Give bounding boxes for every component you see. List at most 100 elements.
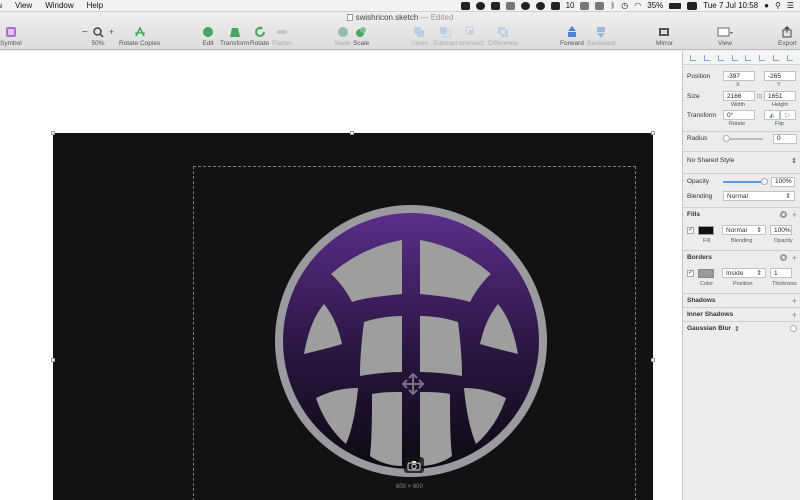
status-pin-icon[interactable] xyxy=(535,1,545,10)
resize-handle[interactable] xyxy=(651,131,655,135)
transform-button[interactable]: Transform xyxy=(220,26,249,47)
align-right-icon[interactable] xyxy=(717,54,724,61)
gaussian-blur-header[interactable]: Gaussian Blur ⇕ xyxy=(683,321,800,335)
fill-color-swatch[interactable] xyxy=(698,225,714,235)
add-shadow-icon[interactable]: + xyxy=(792,296,797,306)
radius-slider[interactable] xyxy=(723,134,763,142)
flatten-button[interactable]: Flatten xyxy=(272,26,292,47)
fill-enabled-checkbox[interactable]: ✓ xyxy=(687,226,694,234)
clock-text[interactable]: Tue 7 Jul 10:58 xyxy=(703,1,758,10)
wifi-icon[interactable]: ◠ xyxy=(634,1,641,10)
border-position-select[interactable]: Inside ⇕ xyxy=(722,268,766,278)
menu-help[interactable]: Help xyxy=(87,1,103,10)
fill-blend-select[interactable]: Normal ⇕ xyxy=(722,225,766,235)
menu-view[interactable]: View xyxy=(15,1,32,10)
radius-field[interactable]: 0 xyxy=(773,133,797,144)
status-calendar-icon[interactable] xyxy=(490,1,500,10)
window-title: swishricon.sketch — Edited xyxy=(0,13,800,22)
flatten-label: Flatten xyxy=(272,40,292,47)
edit-icon xyxy=(203,27,213,37)
align-middle-icon[interactable] xyxy=(745,54,752,61)
position-y-field[interactable]: -265 xyxy=(764,71,796,81)
distribute-h-icon[interactable] xyxy=(773,54,780,61)
blur-toggle[interactable] xyxy=(790,325,797,332)
battery-percent[interactable]: 35% xyxy=(647,1,663,10)
resize-handle[interactable] xyxy=(350,131,354,135)
opacity-field[interactable]: 100% xyxy=(771,176,795,187)
status-box-icon[interactable] xyxy=(595,1,605,10)
radius-slider-knob[interactable] xyxy=(723,134,730,142)
status-adobe-icon[interactable] xyxy=(550,1,560,10)
border-enabled-checkbox[interactable]: ✓ xyxy=(687,269,694,277)
difference-button[interactable]: Difference xyxy=(488,26,518,47)
opacity-slider[interactable] xyxy=(723,177,768,185)
align-left-icon[interactable] xyxy=(689,54,696,61)
forward-button[interactable]: Forward xyxy=(560,26,584,47)
mirror-button[interactable]: Mirror xyxy=(656,26,673,47)
flip-horizontal-icon[interactable]: ◭ xyxy=(764,110,780,120)
resize-handle[interactable] xyxy=(51,131,55,135)
blending-select[interactable]: Normal ⇕ xyxy=(723,191,795,201)
add-border-icon[interactable]: + xyxy=(792,253,797,263)
status-display-icon[interactable] xyxy=(580,1,590,10)
symbol-button[interactable]: Symbol xyxy=(0,26,22,47)
border-thickness-field[interactable]: 1 xyxy=(770,268,792,278)
width-field[interactable]: 2166 xyxy=(723,91,755,101)
distribute-v-icon[interactable] xyxy=(787,54,794,61)
camera-icon[interactable] xyxy=(404,457,424,473)
rotate-field[interactable]: 0° xyxy=(723,110,755,120)
shadows-header[interactable]: Shadows + xyxy=(683,293,800,307)
align-center-icon[interactable] xyxy=(703,54,710,61)
shared-style-select[interactable]: No Shared Style xyxy=(687,157,734,164)
bluetooth-icon[interactable]: ᛒ xyxy=(610,1,615,10)
status-app-icon[interactable] xyxy=(460,1,470,10)
position-x-field[interactable]: -397 xyxy=(723,71,755,81)
opacity-slider-knob[interactable] xyxy=(761,177,768,185)
rotate-button[interactable]: Rotate xyxy=(250,26,269,47)
view-button[interactable]: View xyxy=(717,26,733,47)
backward-button[interactable]: Backward xyxy=(587,26,616,47)
intersect-button[interactable]: Intersect xyxy=(459,26,484,47)
spotlight-icon[interactable]: ⚲ xyxy=(775,1,781,10)
edit-button[interactable]: Edit xyxy=(202,26,214,47)
zoom-in-icon[interactable]: + xyxy=(109,27,114,37)
status-sync-count[interactable]: 10 xyxy=(566,1,575,10)
battery-icon[interactable] xyxy=(669,2,682,9)
scale-button[interactable]: Scale xyxy=(353,26,369,47)
lock-ratio-icon[interactable]: ⊡ xyxy=(755,93,764,100)
export-button[interactable]: Export xyxy=(778,26,797,47)
inner-shadows-header[interactable]: Inner Shadows + xyxy=(683,307,800,321)
mask-button[interactable]: Mask xyxy=(335,26,351,47)
align-bottom-icon[interactable] xyxy=(759,54,766,61)
status-record-icon[interactable] xyxy=(475,1,485,10)
gear-icon[interactable] xyxy=(779,211,787,218)
add-inner-shadow-icon[interactable]: + xyxy=(792,310,797,320)
time-machine-icon[interactable]: ◷ xyxy=(621,1,628,10)
menu-window[interactable]: Window xyxy=(45,1,73,10)
zoom-control[interactable]: − + 50% xyxy=(82,26,114,48)
gear-icon[interactable] xyxy=(779,254,787,261)
chevron-updown-icon[interactable]: ⇕ xyxy=(791,157,797,165)
status-clock-icon[interactable] xyxy=(520,1,530,10)
flip-vertical-icon[interactable]: ▷ xyxy=(780,110,796,120)
align-top-icon[interactable] xyxy=(731,54,738,61)
resize-handle[interactable] xyxy=(651,358,655,362)
notifications-icon[interactable]: ☰ xyxy=(787,1,794,10)
user-icon[interactable]: ● xyxy=(764,1,769,10)
menu-app[interactable]: a xyxy=(0,1,2,10)
union-button[interactable]: Union xyxy=(411,26,428,47)
subtract-button[interactable]: Subtract xyxy=(433,26,457,47)
basketball-logo[interactable] xyxy=(274,204,548,478)
border-color-swatch[interactable] xyxy=(698,268,714,278)
fill-opacity-field[interactable]: 100% xyxy=(770,225,792,235)
view-label: View xyxy=(718,40,732,47)
resize-handle[interactable] xyxy=(51,358,55,362)
zoom-out-icon[interactable]: − xyxy=(82,27,88,38)
add-fill-icon[interactable]: + xyxy=(792,210,797,220)
status-doc-icon[interactable] xyxy=(505,1,515,10)
chevron-updown-icon[interactable]: ⇕ xyxy=(734,325,739,333)
canvas[interactable]: 600 × 600 xyxy=(0,51,682,500)
rotate-copies-button[interactable]: Rotate Copies xyxy=(119,26,160,47)
flag-icon[interactable] xyxy=(687,1,698,10)
height-field[interactable]: 1651 xyxy=(764,91,796,101)
